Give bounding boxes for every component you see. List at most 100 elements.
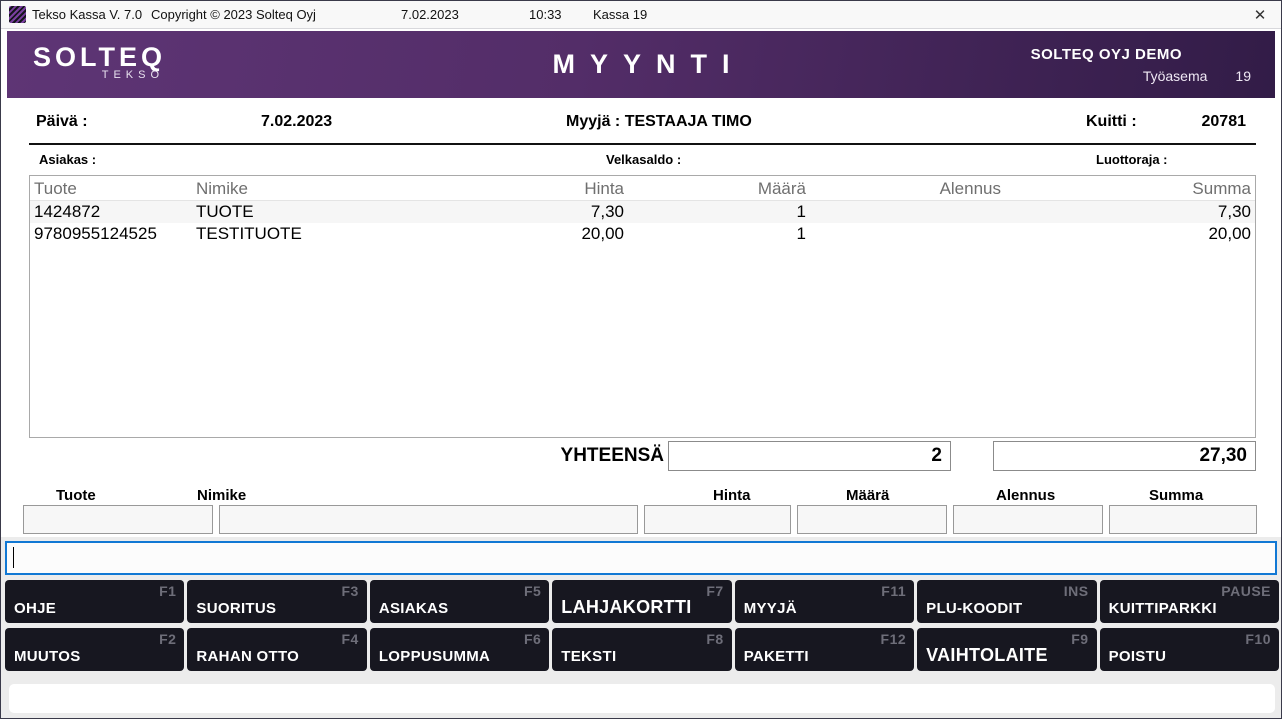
entry-label-alennus: Alennus xyxy=(996,487,1055,504)
asiakas-button[interactable]: F5 ASIAKAS xyxy=(370,580,549,623)
suoritus-button[interactable]: F3 SUORITUS xyxy=(187,580,366,623)
cell-nimike: TUOTE xyxy=(196,201,454,223)
command-input[interactable] xyxy=(5,541,1277,575)
button-label: POISTU xyxy=(1109,648,1167,665)
app-icon xyxy=(9,6,26,23)
debt-balance-label: Velkasaldo : xyxy=(606,152,681,167)
fkey-label: F10 xyxy=(1245,631,1271,647)
fkey-label: INS xyxy=(1064,583,1089,599)
company-name: SOLTEQ OYJ DEMO xyxy=(1031,46,1182,63)
total-label: YHTEENSÄ xyxy=(541,445,664,467)
close-icon[interactable]: ✕ xyxy=(1247,3,1273,27)
plu-koodit-button[interactable]: INS PLU-KOODIT xyxy=(917,580,1096,623)
ohje-button[interactable]: F1 OHJE xyxy=(5,580,184,623)
col-header-maara: Määrä xyxy=(624,176,806,200)
app-header: SOLTEQ TEKSO MYYNTI SOLTEQ OYJ DEMO Työa… xyxy=(7,31,1275,98)
hinta-input[interactable] xyxy=(644,505,791,534)
cell-maara: 1 xyxy=(624,223,806,245)
poistu-button[interactable]: F10 POISTU xyxy=(1100,628,1279,671)
table-row[interactable]: 9780955124525 TESTITUOTE 20,00 1 20,00 xyxy=(30,223,1255,245)
total-sum: 27,30 xyxy=(993,441,1256,471)
loppusumma-button[interactable]: F6 LOPPUSUMMA xyxy=(370,628,549,671)
cell-summa: 7,30 xyxy=(1001,201,1251,223)
fkey-label: PAUSE xyxy=(1221,583,1271,599)
status-strip xyxy=(9,684,1275,713)
copyright-text: Copyright © 2023 Solteq Oyj xyxy=(151,7,316,22)
date-value: 7.02.2023 xyxy=(261,113,332,131)
table-header-row: Tuote Nimike Hinta Määrä Alennus Summa xyxy=(30,176,1255,201)
cell-tuote: 9780955124525 xyxy=(34,223,196,245)
cell-nimike: TESTITUOTE xyxy=(196,223,454,245)
cell-summa: 20,00 xyxy=(1001,223,1251,245)
summa-input[interactable] xyxy=(1109,505,1257,534)
info-divider xyxy=(29,143,1256,145)
button-label: RAHAN OTTO xyxy=(196,648,299,665)
button-label: VAIHTOLAITE xyxy=(926,645,1048,666)
rahan-otto-button[interactable]: F4 RAHAN OTTO xyxy=(187,628,366,671)
fkey-label: F2 xyxy=(159,631,176,647)
titlebar: Tekso Kassa V. 7.0 Copyright © 2023 Solt… xyxy=(1,1,1281,29)
fkey-label: F7 xyxy=(706,583,723,599)
function-key-bar: F1 OHJE F3 SUORITUS F5 ASIAKAS F7 LAHJAK… xyxy=(5,580,1279,671)
col-header-hinta: Hinta xyxy=(454,176,624,200)
cell-maara: 1 xyxy=(624,201,806,223)
pos-window: Tekso Kassa V. 7.0 Copyright © 2023 Solt… xyxy=(0,0,1282,719)
seller-label: Myyjä : TESTAAJA TIMO xyxy=(566,113,752,131)
vaihtolaite-button[interactable]: F9 VAIHTOLAITE xyxy=(917,628,1096,671)
customer-label: Asiakas : xyxy=(39,152,96,167)
fkey-label: F4 xyxy=(342,631,359,647)
workstation-value: 19 xyxy=(1235,68,1251,84)
button-label: ASIAKAS xyxy=(379,600,449,617)
muutos-button[interactable]: F2 MUUTOS xyxy=(5,628,184,671)
fkey-label: F6 xyxy=(524,631,541,647)
button-label: PAKETTI xyxy=(744,648,809,665)
entry-label-tuote: Tuote xyxy=(56,487,96,504)
button-label: TEKSTI xyxy=(561,648,616,665)
fkey-label: F1 xyxy=(159,583,176,599)
col-header-summa: Summa xyxy=(1001,176,1251,200)
cell-alennus xyxy=(806,201,1001,223)
date-label: Päivä : xyxy=(36,113,88,131)
col-header-tuote: Tuote xyxy=(34,176,196,200)
fkey-label: F9 xyxy=(1071,631,1088,647)
button-label: OHJE xyxy=(14,600,56,617)
fkey-label: F12 xyxy=(881,631,907,647)
nimike-input[interactable] xyxy=(219,505,638,534)
fkey-label: F3 xyxy=(342,583,359,599)
button-label: MUUTOS xyxy=(14,648,81,665)
titlebar-time: 10:33 xyxy=(529,7,562,22)
cell-hinta: 7,30 xyxy=(454,201,624,223)
lahjakortti-button[interactable]: F7 LAHJAKORTTI xyxy=(552,580,731,623)
button-label: KUITTIPARKKI xyxy=(1109,600,1217,617)
paketti-button[interactable]: F12 PAKETTI xyxy=(735,628,914,671)
tuote-input[interactable] xyxy=(23,505,213,534)
cell-tuote: 1424872 xyxy=(34,201,196,223)
receipt-label: Kuitti : xyxy=(1086,113,1137,131)
titlebar-date: 7.02.2023 xyxy=(401,7,459,22)
button-label: MYYJÄ xyxy=(744,600,797,617)
credit-limit-label: Luottoraja : xyxy=(1096,152,1168,167)
cell-alennus xyxy=(806,223,1001,245)
col-header-nimike: Nimike xyxy=(196,176,454,200)
maara-input[interactable] xyxy=(797,505,947,534)
button-label: PLU-KOODIT xyxy=(926,600,1022,617)
teksti-button[interactable]: F8 TEKSTI xyxy=(552,628,731,671)
kuittiparkki-button[interactable]: PAUSE KUITTIPARKKI xyxy=(1100,580,1279,623)
app-title: Tekso Kassa V. 7.0 xyxy=(32,7,142,22)
entry-label-hinta: Hinta xyxy=(713,487,751,504)
entry-label-nimike: Nimike xyxy=(197,487,246,504)
myyja-button[interactable]: F11 MYYJÄ xyxy=(735,580,914,623)
titlebar-register: Kassa 19 xyxy=(593,7,647,22)
text-caret xyxy=(13,547,14,568)
cell-hinta: 20,00 xyxy=(454,223,624,245)
total-quantity: 2 xyxy=(668,441,951,471)
fkey-label: F5 xyxy=(524,583,541,599)
entry-label-maara: Määrä xyxy=(846,487,889,504)
button-label: LAHJAKORTTI xyxy=(561,597,691,618)
button-label: SUORITUS xyxy=(196,600,276,617)
table-row[interactable]: 1424872 TUOTE 7,30 1 7,30 xyxy=(30,201,1255,223)
receipt-number: 20781 xyxy=(1146,113,1246,131)
fkey-label: F8 xyxy=(706,631,723,647)
alennus-input[interactable] xyxy=(953,505,1103,534)
button-label: LOPPUSUMMA xyxy=(379,648,490,665)
